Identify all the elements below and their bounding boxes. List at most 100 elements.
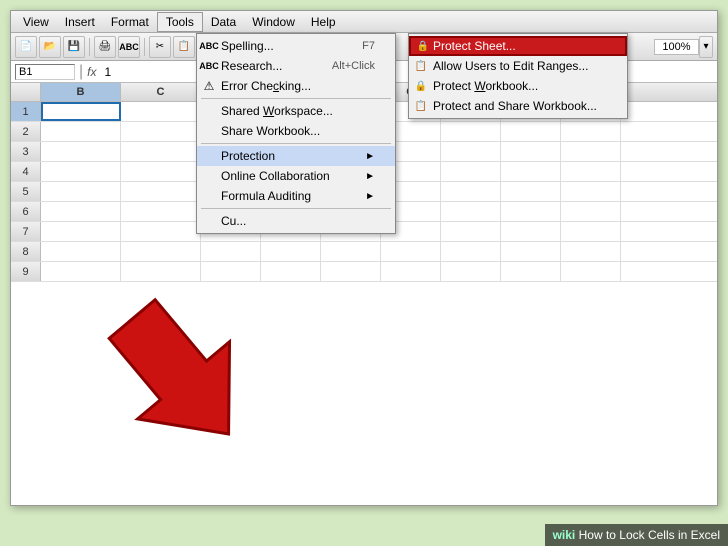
cell-b1[interactable] — [41, 102, 121, 121]
menu-shared-workspace[interactable]: Shared Workspace... — [197, 101, 395, 121]
cell-i4[interactable] — [501, 162, 561, 181]
zoom-value[interactable]: 100% — [654, 39, 699, 55]
cell-c4[interactable] — [121, 162, 201, 181]
cell-j7[interactable] — [561, 222, 621, 241]
menu-allow-users[interactable]: 📋 Allow Users to Edit Ranges... — [409, 56, 627, 76]
online-collaboration-label: Online Collaboration — [221, 169, 330, 183]
cell-i5[interactable] — [501, 182, 561, 201]
cell-d8[interactable] — [201, 242, 261, 261]
cell-g8[interactable] — [381, 242, 441, 261]
menu-formula-auditing[interactable]: Formula Auditing ► — [197, 186, 395, 206]
menu-protect-share-workbook[interactable]: 📋 Protect and Share Workbook... — [409, 96, 627, 116]
col-header-b[interactable]: B — [41, 83, 121, 101]
share-workbook-label: Share Workbook... — [221, 124, 320, 138]
menu-error-checking[interactable]: ⚠ Error Checking... — [197, 76, 395, 96]
menu-separator-1 — [201, 98, 391, 99]
cell-h2[interactable] — [441, 122, 501, 141]
cell-j4[interactable] — [561, 162, 621, 181]
cell-c7[interactable] — [121, 222, 201, 241]
cell-h6[interactable] — [441, 202, 501, 221]
cell-c3[interactable] — [121, 142, 201, 161]
cell-c8[interactable] — [121, 242, 201, 261]
protection-submenu: 🔒 Protect Sheet... 📋 Allow Users to Edit… — [408, 33, 628, 119]
menu-protect-workbook[interactable]: 🔒 Protect Workbook... — [409, 76, 627, 96]
menu-share-workbook[interactable]: Share Workbook... — [197, 121, 395, 141]
cell-h7[interactable] — [441, 222, 501, 241]
col-header-c[interactable]: C — [121, 83, 201, 101]
cell-b4[interactable] — [41, 162, 121, 181]
menu-research[interactable]: ABC Research... Alt+Click — [197, 56, 395, 76]
cell-h5[interactable] — [441, 182, 501, 201]
menu-spelling[interactable]: ABC Spelling... F7 — [197, 36, 395, 56]
cut-button[interactable]: ✂ — [149, 36, 171, 58]
cell-j6[interactable] — [561, 202, 621, 221]
wikihow-watermark: wiki How to Lock Cells in Excel — [545, 524, 728, 546]
zoom-dropdown[interactable]: ▾ — [699, 36, 713, 58]
menu-online-collaboration[interactable]: Online Collaboration ► — [197, 166, 395, 186]
cell-d9[interactable] — [201, 262, 261, 281]
save-button[interactable]: 💾 — [63, 36, 85, 58]
menu-protection[interactable]: Protection ► — [197, 146, 395, 166]
cell-j8[interactable] — [561, 242, 621, 261]
row-num-1: 1 — [11, 102, 41, 121]
menu-data[interactable]: Data — [203, 13, 244, 31]
cell-b9[interactable] — [41, 262, 121, 281]
menu-customize[interactable]: Cu... — [197, 211, 395, 231]
copy-button[interactable]: 📋 — [173, 36, 195, 58]
cell-c6[interactable] — [121, 202, 201, 221]
cell-i8[interactable] — [501, 242, 561, 261]
cell-c9[interactable] — [121, 262, 201, 281]
cell-c1[interactable] — [121, 102, 201, 121]
cell-i9[interactable] — [501, 262, 561, 281]
print-button[interactable]: 🖨 — [94, 36, 116, 58]
menu-window[interactable]: Window — [244, 13, 303, 31]
cell-h9[interactable] — [441, 262, 501, 281]
cell-j5[interactable] — [561, 182, 621, 201]
toolbar-separator-1 — [89, 38, 90, 56]
spell-button[interactable]: ABC — [118, 36, 140, 58]
menu-tools[interactable]: Tools — [157, 12, 203, 32]
cell-h3[interactable] — [441, 142, 501, 161]
cell-h4[interactable] — [441, 162, 501, 181]
menu-format[interactable]: Format — [103, 13, 157, 31]
menu-view[interactable]: View — [15, 13, 57, 31]
table-row: 8 — [11, 242, 717, 262]
cell-b2[interactable] — [41, 122, 121, 141]
research-icon: ABC — [199, 61, 219, 71]
row-num-9: 9 — [11, 262, 41, 281]
cell-i7[interactable] — [501, 222, 561, 241]
cell-j3[interactable] — [561, 142, 621, 161]
row-num-2: 2 — [11, 122, 41, 141]
research-label: Research... — [221, 59, 282, 73]
cell-j9[interactable] — [561, 262, 621, 281]
zoom-control: 100% ▾ — [654, 36, 713, 58]
cell-i2[interactable] — [501, 122, 561, 141]
cell-b7[interactable] — [41, 222, 121, 241]
name-box[interactable]: B1 — [15, 64, 75, 80]
excel-window: View Insert Format Tools Data Window Hel… — [10, 10, 718, 506]
row-num-8: 8 — [11, 242, 41, 261]
menu-help[interactable]: Help — [303, 13, 344, 31]
cell-h8[interactable] — [441, 242, 501, 261]
cell-b8[interactable] — [41, 242, 121, 261]
cell-f9[interactable] — [321, 262, 381, 281]
protect-share-icon: 📋 — [411, 101, 431, 112]
row-num-3: 3 — [11, 142, 41, 161]
cell-j2[interactable] — [561, 122, 621, 141]
cell-g9[interactable] — [381, 262, 441, 281]
cell-e8[interactable] — [261, 242, 321, 261]
new-button[interactable]: 📄 — [15, 36, 37, 58]
error-checking-icon: ⚠ — [199, 79, 219, 93]
cell-e9[interactable] — [261, 262, 321, 281]
cell-c2[interactable] — [121, 122, 201, 141]
cell-b6[interactable] — [41, 202, 121, 221]
menu-insert[interactable]: Insert — [57, 13, 103, 31]
menu-protect-sheet[interactable]: 🔒 Protect Sheet... — [409, 36, 627, 56]
cell-i3[interactable] — [501, 142, 561, 161]
cell-b3[interactable] — [41, 142, 121, 161]
cell-i6[interactable] — [501, 202, 561, 221]
open-button[interactable]: 📂 — [39, 36, 61, 58]
cell-c5[interactable] — [121, 182, 201, 201]
cell-b5[interactable] — [41, 182, 121, 201]
cell-f8[interactable] — [321, 242, 381, 261]
